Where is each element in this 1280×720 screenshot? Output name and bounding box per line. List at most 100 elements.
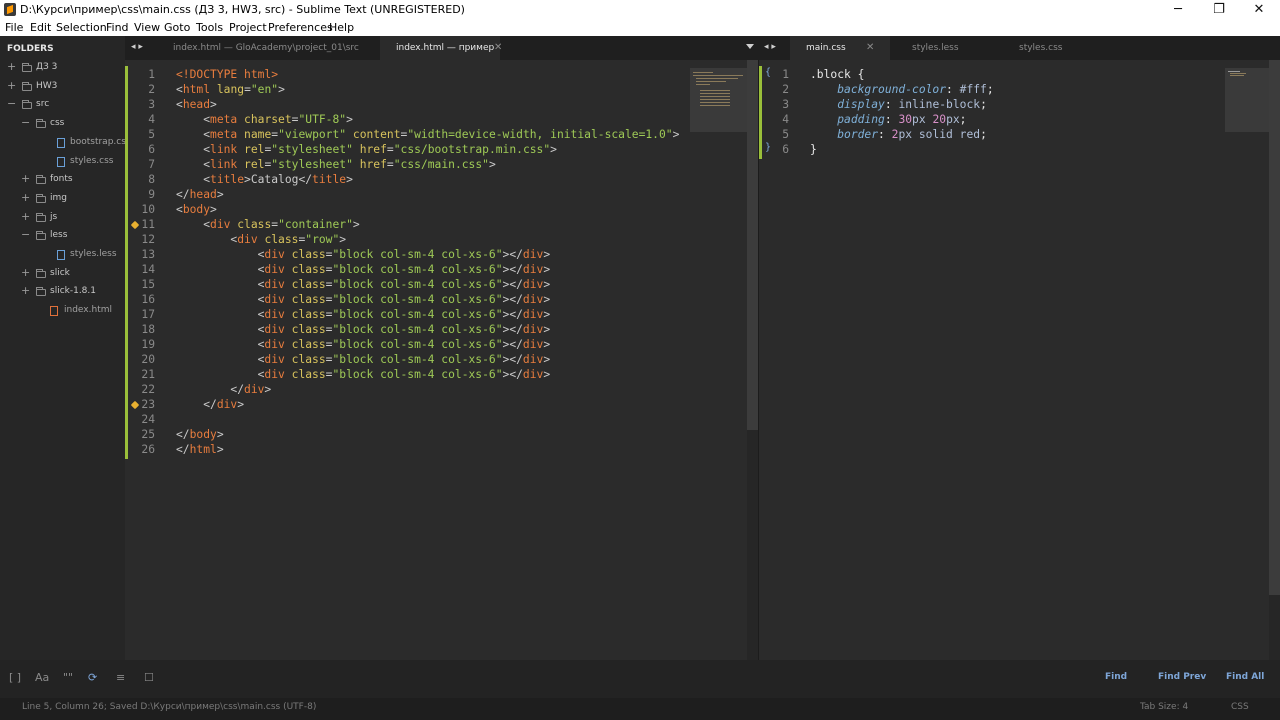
expand-icon[interactable]: +	[21, 284, 31, 297]
tab-styles-less[interactable]: styles.less	[898, 36, 998, 60]
sidebar-item-hw3[interactable]: + HW3	[0, 79, 125, 97]
menu-project[interactable]: Project	[229, 21, 267, 34]
code-line[interactable]: 3 display: inline-block;	[759, 98, 1280, 113]
left-editor[interactable]: 1 <!DOCTYPE html> 2 <html lang="en"> 3 <head>…	[125, 60, 758, 660]
left-scrollbar[interactable]	[747, 60, 758, 660]
menu-help[interactable]: Help	[329, 21, 354, 34]
expand-icon[interactable]: +	[21, 172, 31, 185]
sidebar-item-styles-css[interactable]: styles.css	[0, 154, 125, 172]
code-line[interactable]: 9 </head>	[125, 188, 758, 203]
right-scrollbar[interactable]	[1269, 60, 1280, 660]
code-line[interactable]: 1 <!DOCTYPE html>	[125, 68, 758, 83]
tab-close-icon[interactable]: ✕	[494, 36, 502, 60]
maximize-button[interactable]: ❐	[1199, 0, 1239, 20]
code-line[interactable]: 13 <div class="block col-sm-4 col-xs-6">…	[125, 248, 758, 263]
code-token: "block col-sm-4 col-xs-6"	[332, 293, 503, 306]
code-line[interactable]: 23 </div>	[125, 398, 758, 413]
code-line[interactable]: 26 </html>	[125, 443, 758, 458]
sidebar-item-fonts[interactable]: + fonts	[0, 172, 125, 190]
tab-size-indicator[interactable]: Tab Size: 4	[1140, 702, 1188, 712]
code-line[interactable]: 10 <body>	[125, 203, 758, 218]
menu-tools[interactable]: Tools	[196, 21, 223, 34]
close-window-button[interactable]: ✕	[1239, 0, 1279, 20]
code-line[interactable]: 2 <html lang="en">	[125, 83, 758, 98]
case-icon[interactable]: Aa	[35, 671, 49, 684]
code-line[interactable]: 22 </div>	[125, 383, 758, 398]
expand-icon[interactable]: +	[21, 210, 31, 223]
code-line[interactable]: 8 <title>Catalog</title>	[125, 173, 758, 188]
tab-nav-arrows[interactable]: ◂ ▸	[131, 42, 143, 52]
find-all-button[interactable]: Find All	[1226, 672, 1264, 682]
code-line[interactable]: 11 <div class="container">	[125, 218, 758, 233]
tab-index-primer[interactable]: index.html — пример ✕	[380, 36, 502, 60]
code-line[interactable]: 1 .block {	[759, 68, 1280, 83]
code-line[interactable]: 4 <meta charset="UTF-8">	[125, 113, 758, 128]
code-line[interactable]: 24	[125, 413, 758, 428]
menu-selection[interactable]: Selection	[56, 21, 107, 34]
find-prev-button[interactable]: Find Prev	[1158, 672, 1206, 682]
menu-find[interactable]: Find	[106, 21, 129, 34]
tab-index-gloacademy[interactable]: index.html — GloAcademy\project_01\src	[165, 36, 370, 60]
collapse-icon[interactable]: −	[21, 228, 31, 241]
minimize-button[interactable]: ─	[1158, 0, 1198, 20]
code-line[interactable]: 15 <div class="block col-sm-4 col-xs-6">…	[125, 278, 758, 293]
code-line[interactable]: 21 <div class="block col-sm-4 col-xs-6">…	[125, 368, 758, 383]
expand-icon[interactable]: +	[7, 60, 17, 73]
highlight-icon[interactable]: ☐	[144, 671, 154, 684]
code-line[interactable]: 14 <div class="block col-sm-4 col-xs-6">…	[125, 263, 758, 278]
collapse-icon[interactable]: −	[21, 116, 31, 129]
tab-dropdown-icon[interactable]	[746, 44, 754, 49]
expand-icon[interactable]: +	[7, 79, 17, 92]
code-line[interactable]: 19 <div class="block col-sm-4 col-xs-6">…	[125, 338, 758, 353]
code-token: "css/bootstrap.min.css"	[393, 143, 551, 156]
code-line[interactable]: 20 <div class="block col-sm-4 col-xs-6">…	[125, 353, 758, 368]
code-line[interactable]: 4 padding: 30px 20px;	[759, 113, 1280, 128]
code-line[interactable]: 6}	[759, 143, 1280, 158]
sidebar-item-дз-3[interactable]: + ДЗ 3	[0, 60, 125, 78]
code-line[interactable]: 6 <link rel="stylesheet" href="css/boots…	[125, 143, 758, 158]
regex-icon[interactable]: [ ]	[9, 671, 21, 684]
expand-icon[interactable]: +	[21, 191, 31, 204]
sidebar-item-styles-less[interactable]: styles.less	[0, 247, 125, 265]
tab-close-icon[interactable]: ✕	[866, 36, 874, 60]
sidebar-item-index-html[interactable]: index.html	[0, 303, 125, 321]
code-line[interactable]: 12 <div class="row">	[125, 233, 758, 248]
sidebar-item-img[interactable]: + img	[0, 191, 125, 209]
expand-icon[interactable]: +	[21, 266, 31, 279]
left-scrollbar-thumb[interactable]	[747, 60, 758, 430]
right-scrollbar-thumb[interactable]	[1269, 60, 1280, 595]
selection-icon[interactable]: ≡	[116, 671, 125, 684]
code-line[interactable]: 18 <div class="block col-sm-4 col-xs-6">…	[125, 323, 758, 338]
wrap-icon[interactable]: ⟳	[88, 671, 97, 684]
tab-nav-arrows[interactable]: ◂ ▸	[764, 42, 776, 52]
sidebar-item-src[interactable]: − src	[0, 97, 125, 115]
code-line[interactable]: 2 background-color: #fff;	[759, 83, 1280, 98]
sidebar-item-css[interactable]: − css	[0, 116, 125, 134]
right-editor[interactable]: { } 1 .block {2 background-color: #fff; 3 …	[758, 60, 1280, 660]
code-line[interactable]: 17 <div class="block col-sm-4 col-xs-6">…	[125, 308, 758, 323]
sidebar-item-slick-1-8-1[interactable]: + slick-1.8.1	[0, 284, 125, 302]
tab-main-css[interactable]: main.css ✕	[790, 36, 890, 60]
code-line[interactable]: 7 <link rel="stylesheet" href="css/main.…	[125, 158, 758, 173]
syntax-indicator[interactable]: CSS	[1231, 702, 1249, 712]
code-token: >	[672, 128, 680, 141]
code-line[interactable]: 5 border: 2px solid red;	[759, 128, 1280, 143]
tab-styles-css[interactable]: styles.css	[1004, 36, 1104, 60]
menu-edit[interactable]: Edit	[30, 21, 51, 34]
sidebar-item-slick[interactable]: + slick	[0, 266, 125, 284]
sidebar-item-js[interactable]: + js	[0, 210, 125, 228]
menu-view[interactable]: View	[134, 21, 160, 34]
menu-file[interactable]: File	[5, 21, 23, 34]
sidebar-item-bootstrap-css[interactable]: bootstrap.css	[0, 135, 131, 153]
collapse-icon[interactable]: −	[7, 97, 17, 110]
menu-preferences[interactable]: Preferences	[268, 21, 333, 34]
minimap[interactable]	[690, 68, 747, 132]
menu-goto[interactable]: Goto	[164, 21, 190, 34]
find-button[interactable]: Find	[1105, 672, 1127, 682]
code-line[interactable]: 25 </body>	[125, 428, 758, 443]
word-icon[interactable]: ""	[63, 671, 73, 684]
code-line[interactable]: 16 <div class="block col-sm-4 col-xs-6">…	[125, 293, 758, 308]
code-line[interactable]: 5 <meta name="viewport" content="width=d…	[125, 128, 758, 143]
code-line[interactable]: 3 <head>	[125, 98, 758, 113]
sidebar-item-less[interactable]: − less	[0, 228, 125, 246]
